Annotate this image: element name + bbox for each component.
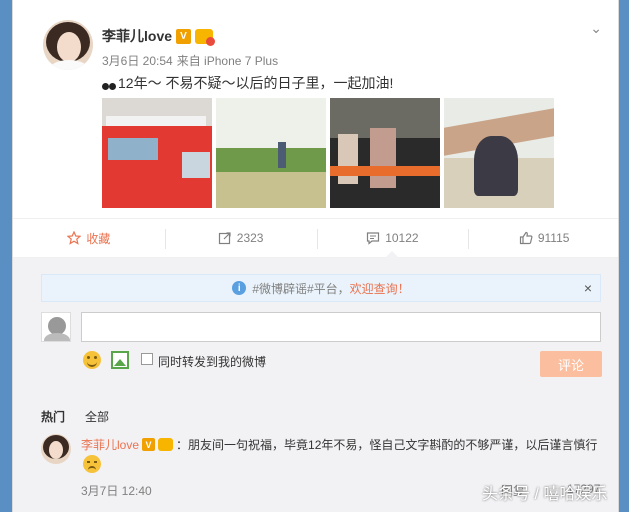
photo-thumbnail[interactable] <box>330 98 440 208</box>
rumor-notice-banner[interactable]: i #微博辟谣#平台， 欢迎查询！ × <box>41 274 601 302</box>
verified-badge-icon[interactable]: V <box>176 28 192 44</box>
current-user-avatar[interactable] <box>41 312 71 342</box>
tab-hot[interactable]: 热门 <box>41 408 65 425</box>
chevron-down-icon[interactable]: ⌄ <box>590 20 602 37</box>
submit-comment-button[interactable]: 评论 <box>540 351 602 377</box>
post-meta: 3月6日 20:54 来自 iPhone 7 Plus <box>102 52 278 69</box>
info-icon: i <box>232 281 247 295</box>
repost-checkbox-label[interactable]: 同时转发到我的微博 <box>158 353 266 370</box>
notice-text: #微博辟谣#平台， <box>252 281 350 296</box>
vip-badge-icon[interactable] <box>158 438 174 451</box>
repost-count: 2323 <box>236 231 264 245</box>
comment-text: ：朋友间一句祝福，毕竟12年不易，怪自己文字斟酌的不够严谨，以后谨言慎行 <box>176 438 598 452</box>
weibo-post-card: 李菲儿love V ⌄ 3月6日 20:54 来自 iPhone 7 Plus … <box>12 0 619 512</box>
thumbs-up-icon <box>519 231 533 245</box>
comment-button[interactable]: 10122 <box>316 219 469 258</box>
close-icon[interactable]: × <box>584 280 592 296</box>
author-avatar[interactable] <box>43 20 93 70</box>
cherry-emoji-icon <box>102 76 116 90</box>
favorite-button[interactable]: 收藏 <box>13 219 165 257</box>
tab-all[interactable]: 全部 <box>85 408 109 425</box>
repost-checkbox[interactable] <box>141 353 153 365</box>
photo-thumbnail[interactable] <box>102 98 212 208</box>
vip-badge-icon[interactable] <box>195 28 216 46</box>
like-button[interactable]: 91115 <box>468 219 618 257</box>
author-line: 李菲儿love V <box>102 26 216 46</box>
comment-date: 3月7日 12:40 <box>81 484 152 498</box>
post-source: 来自 iPhone 7 Plus <box>176 54 279 68</box>
sad-emoji-icon <box>83 455 101 473</box>
post-date[interactable]: 3月6日 20:54 <box>102 52 173 69</box>
commenter-avatar[interactable] <box>41 434 71 464</box>
like-count: 91115 <box>537 231 570 245</box>
emoji-picker-icon[interactable] <box>83 351 101 369</box>
repost-button[interactable]: 2323 <box>164 219 317 257</box>
repost-icon <box>218 232 231 245</box>
comment-line: 李菲儿love V ：朋友间一句祝福，毕竟12年不易，怪自己文字斟酌的不够严谨，… <box>81 436 597 453</box>
post-text: 12年～ 不易不疑～以后的日子里，一起加油! <box>102 73 393 93</box>
photo-grid <box>102 98 554 208</box>
verified-badge-icon[interactable]: V <box>142 438 156 451</box>
watermark: 头条号 / 嘻哈娱乐 <box>482 486 608 503</box>
favorite-label: 收藏 <box>86 231 111 246</box>
commenter-name[interactable]: 李菲儿love <box>81 436 139 453</box>
image-upload-icon[interactable] <box>111 351 129 369</box>
comment-section: i #微博辟谣#平台， 欢迎查询！ × 同时转发到我的微博 评论 热门 全部 李… <box>13 258 618 512</box>
photo-thumbnail[interactable] <box>444 98 554 208</box>
comment-tabs: 热门 全部 <box>41 408 109 425</box>
comment-input[interactable] <box>81 312 601 342</box>
comment-count: 10122 <box>385 231 419 245</box>
post-text-content: 12年～ 不易不疑～以后的日子里，一起加油! <box>118 75 394 91</box>
author-name[interactable]: 李菲儿love <box>102 26 172 46</box>
star-icon <box>67 231 82 245</box>
action-bar: 收藏 2323 10122 91115 <box>13 218 618 258</box>
active-caret <box>385 251 400 258</box>
notice-link[interactable]: 欢迎查询！ <box>350 280 410 297</box>
photo-thumbnail[interactable] <box>216 98 326 208</box>
comment-icon <box>367 232 380 245</box>
